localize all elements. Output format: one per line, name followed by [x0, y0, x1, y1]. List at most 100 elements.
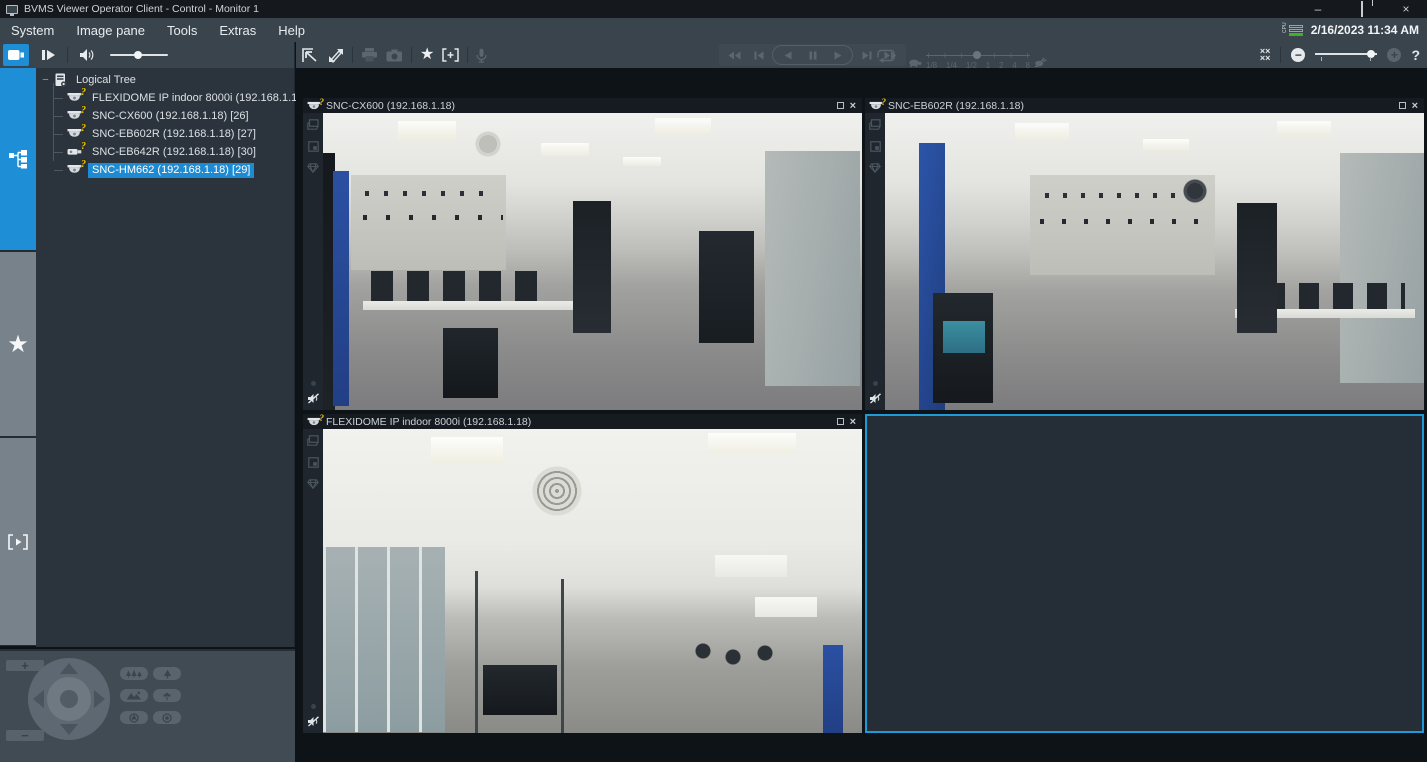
minimize-button[interactable]: – [1311, 2, 1325, 16]
tree-connector [53, 83, 54, 161]
zoom-wide-button[interactable] [120, 667, 148, 680]
tree-expander[interactable]: − [41, 74, 50, 86]
ptz-joystick-center [60, 690, 78, 708]
audio-button[interactable] [74, 44, 100, 66]
pane-side-strip [865, 113, 885, 410]
menu-extras[interactable]: Extras [208, 18, 267, 42]
menu-tools[interactable]: Tools [156, 18, 208, 42]
tree-item-hm662[interactable]: ? SNC-HM662 (192.168.1.18) [29] [67, 161, 294, 179]
focus-near-button[interactable] [153, 689, 181, 702]
step-forward-button[interactable] [856, 47, 877, 63]
pane-header[interactable]: ? SNC-EB602R (192.168.1.18) × [865, 98, 1424, 113]
tab-sequences[interactable] [0, 438, 36, 645]
pane-close-button[interactable]: × [1412, 101, 1418, 111]
tree-item-eb602r[interactable]: ? SNC-EB602R (192.168.1.18) [27] [67, 125, 294, 143]
image-pane-flexidome[interactable]: ? FLEXIDOME IP indoor 8000i (192.168.1.1… [303, 414, 862, 733]
maximize-pane-button[interactable] [328, 48, 344, 63]
pane-header[interactable]: ? FLEXIDOME IP indoor 8000i (192.168.1.1… [303, 414, 862, 429]
ptz-joystick[interactable] [28, 658, 110, 740]
ptz-zoom-in-button[interactable]: + [6, 660, 44, 671]
pane-close-button[interactable]: × [850, 417, 856, 427]
ptz-right-arrow[interactable] [94, 690, 105, 708]
live-mode-button[interactable] [3, 44, 29, 66]
close-button[interactable]: × [1399, 2, 1413, 16]
audio-muted-icon[interactable] [869, 393, 882, 404]
favorite-button[interactable]: ★ [420, 47, 434, 63]
ptz-down-arrow[interactable] [60, 724, 78, 735]
turtle-icon [908, 58, 922, 67]
ptz-left-arrow[interactable] [33, 690, 44, 708]
cpu-meter-icon: CPU [1282, 23, 1304, 38]
audio-muted-icon[interactable] [307, 716, 320, 727]
status-dot [311, 704, 316, 709]
help-button[interactable]: ? [1411, 47, 1420, 63]
pane-header[interactable]: ? SNC-CX600 (192.168.1.18) × [303, 98, 862, 113]
video-feed[interactable] [323, 113, 862, 410]
tree-item-eb642r[interactable]: ? SNC-EB642R (192.168.1.18) [30] [67, 143, 294, 161]
transcode-gem-icon[interactable] [307, 163, 319, 173]
layers-icon[interactable] [307, 435, 319, 446]
image-pane-eb602r[interactable]: ? SNC-EB602R (192.168.1.18) × [865, 98, 1424, 410]
print-button[interactable] [361, 48, 378, 62]
play-reverse-button[interactable] [777, 47, 798, 63]
selected-tree-item-label: SNC-HM662 (192.168.1.18) [29] [88, 163, 254, 178]
pane-close-button[interactable]: × [850, 101, 856, 111]
zoom-tele-button[interactable] [153, 667, 181, 680]
iris-close-button[interactable] [120, 711, 148, 724]
pause-button[interactable] [802, 47, 823, 63]
pane-maximize-button[interactable] [837, 102, 844, 109]
status-dot [873, 381, 878, 386]
pane-title: SNC-CX600 (192.168.1.18) [326, 100, 455, 112]
video-feed[interactable] [323, 429, 862, 733]
speed-slider[interactable]: 1/8 1/4 1/2 1 2 4 8 [926, 50, 1030, 68]
volume-slider[interactable] [110, 51, 168, 59]
bar-play-icon [41, 49, 56, 61]
audio-muted-icon[interactable] [307, 393, 320, 404]
dome-camera-icon: ? [869, 101, 883, 112]
tab-favorites[interactable]: ★ [0, 252, 36, 436]
menu-system[interactable]: System [0, 18, 65, 42]
transcode-gem-icon[interactable] [307, 479, 319, 489]
more-panes-button[interactable]: + [1387, 48, 1401, 62]
pane-maximize-button[interactable] [1399, 102, 1406, 109]
layers-icon[interactable] [307, 119, 319, 130]
snapshot-button[interactable] [386, 49, 403, 62]
reference-image-icon[interactable] [308, 457, 319, 468]
pane-side-strip [303, 113, 323, 410]
select-image-pane-button[interactable] [302, 48, 320, 63]
pane-maximize-button[interactable] [837, 418, 844, 425]
image-pane-empty-selected[interactable] [865, 414, 1424, 733]
fewer-panes-button[interactable]: − [1291, 48, 1305, 62]
iris-open-button[interactable] [153, 711, 181, 724]
step-back-button[interactable] [748, 47, 769, 63]
ptz-control-panel: + − [0, 649, 295, 762]
pane-count-slider[interactable] [1315, 49, 1377, 61]
reference-image-button[interactable] [442, 48, 459, 62]
transcode-gem-icon[interactable] [869, 163, 881, 173]
microphone-button[interactable] [476, 48, 487, 63]
tree-item-flexidome[interactable]: ? FLEXIDOME IP indoor 8000i (192.168.1.1… [67, 89, 294, 107]
dome-camera-icon: ? [307, 417, 321, 428]
reference-image-icon[interactable] [308, 141, 319, 152]
tree-item-cx600[interactable]: ? SNC-CX600 (192.168.1.18) [26] [67, 107, 294, 125]
loop-playback-button[interactable] [876, 48, 896, 63]
instant-playback-button[interactable] [35, 44, 61, 66]
restore-button[interactable] [1355, 2, 1369, 16]
reference-image-icon[interactable] [870, 141, 881, 152]
rewind-button[interactable] [724, 47, 745, 63]
status-dot [311, 381, 316, 386]
iris-closed-icon [129, 713, 139, 723]
ptz-up-arrow[interactable] [60, 663, 78, 674]
video-feed[interactable] [885, 113, 1424, 410]
menu-image-pane[interactable]: Image pane [65, 18, 156, 42]
close-all-panes-button[interactable]: ×××× [1260, 48, 1271, 62]
tab-logical-tree[interactable] [0, 68, 36, 250]
ptz-zoom-out-button[interactable]: − [6, 730, 44, 741]
tree-root[interactable]: − Logical Tree [36, 71, 294, 89]
mountain-icon [126, 691, 142, 700]
menu-help[interactable]: Help [267, 18, 316, 42]
layers-icon[interactable] [869, 119, 881, 130]
focus-far-button[interactable] [120, 689, 148, 702]
image-pane-cx600[interactable]: ? SNC-CX600 (192.168.1.18) × [303, 98, 862, 410]
play-button[interactable] [827, 47, 848, 63]
